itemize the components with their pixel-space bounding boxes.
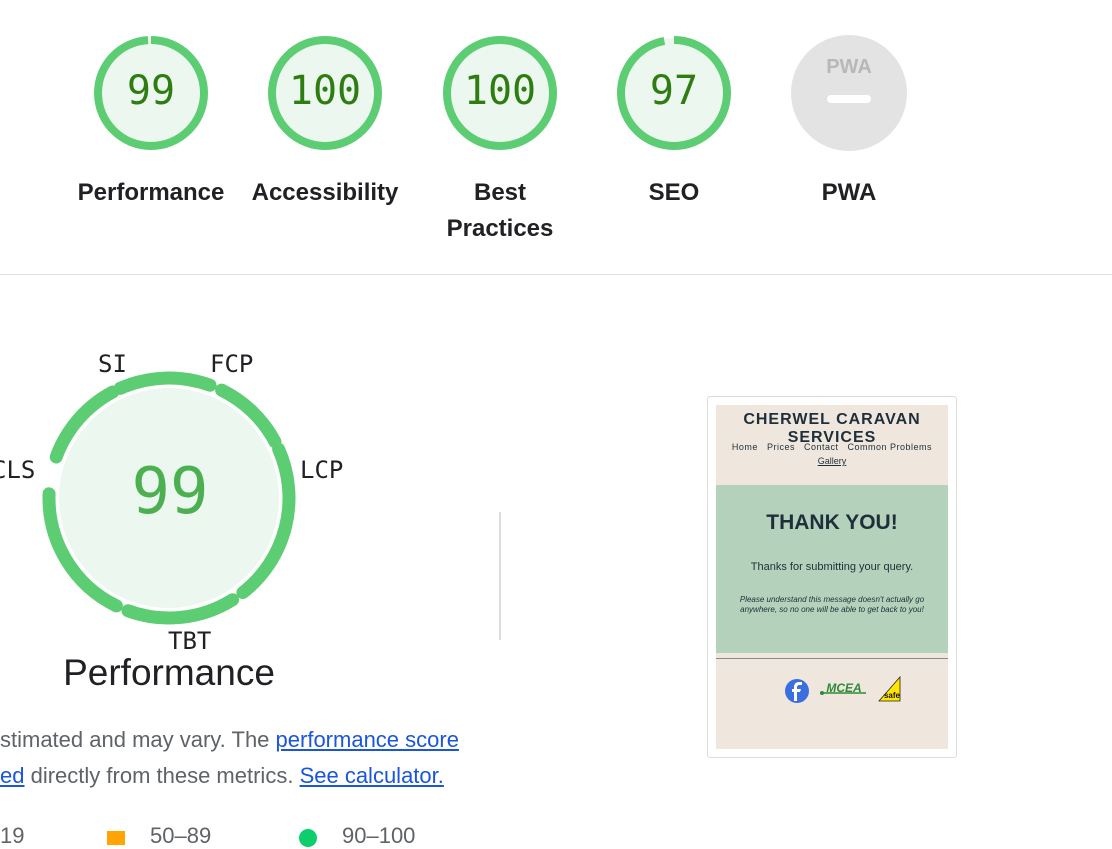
performance-description-line2: ed directly from these metrics. See calc… (0, 763, 444, 789)
performance-score-link[interactable]: performance score (276, 727, 459, 752)
gauge-score: 99 (126, 68, 176, 114)
gauge-pwa[interactable]: PWA PWA (764, 33, 934, 211)
gauge-performance[interactable]: 99 Performance (66, 33, 236, 211)
mcea-logo-icon: MCEA (820, 681, 866, 695)
gauge-score: 100 (288, 68, 362, 114)
gauge-seo[interactable]: 97 SEO (589, 33, 759, 211)
screenshot-page: CHERWEL CARAVAN SERVICES Home Prices Con… (716, 405, 948, 749)
gauge-score: 97 (649, 68, 699, 114)
mcea-logo-text: MCEA (826, 681, 861, 695)
fcp-arc (113, 371, 217, 395)
site-message: Thanks for submitting your query. (750, 561, 914, 573)
site-nav-item: Common Problems (847, 442, 933, 452)
gas-safe-logo-text: safe (884, 691, 901, 700)
metric-label-cls: CLS (0, 456, 36, 484)
legend-poor-label: 19 (0, 823, 25, 848)
gauge-accessibility[interactable]: 100 Accessibility (240, 33, 410, 211)
site-nav-item: Home (731, 442, 758, 452)
weighted-link[interactable]: ed (0, 763, 24, 788)
pwa-badge-icon: PWA (791, 35, 907, 151)
metric-label-lcp: LCP (300, 456, 344, 484)
gauge-label: Performance (77, 179, 225, 206)
vertical-separator (499, 512, 501, 640)
site-nav-item: Contact (803, 442, 839, 452)
gas-safe-logo-icon: safe (878, 675, 901, 702)
performance-score: 99 (131, 455, 209, 529)
performance-title: Performance (63, 652, 275, 693)
site-main: THANK YOU! Thanks for submitting your qu… (716, 485, 948, 653)
category-gauges: 99 Performance 100 Accessibility 100 Bes… (0, 0, 1112, 274)
site-footer: MCEA safe (716, 673, 948, 709)
legend-average-icon (107, 831, 125, 845)
legend-good-label: 90–100 (342, 823, 416, 848)
site-nav-item: Prices (766, 442, 795, 452)
section-divider (0, 274, 1112, 275)
desc-text: stimated and may vary. The (0, 727, 276, 752)
desc-text: directly from these metrics. (24, 763, 300, 788)
site-nav-item-gallery: Gallery (817, 456, 847, 466)
gauge-label: Best Practices (446, 179, 554, 242)
see-calculator-link[interactable]: See calculator. (300, 763, 444, 788)
gauge-label: Accessibility (251, 179, 399, 206)
metric-label-fcp: FCP (210, 350, 254, 378)
metric-label-si: SI (98, 350, 127, 378)
facebook-icon (785, 679, 809, 703)
gauge-label: SEO (648, 179, 700, 206)
performance-description-line1: stimated and may vary. The performance s… (0, 727, 459, 753)
site-nav: Home Prices Contact Common Problems (716, 442, 948, 452)
gauge-best-practices[interactable]: 100 Best Practices (415, 33, 585, 247)
legend-good-icon (299, 829, 317, 847)
final-screenshot[interactable]: CHERWEL CARAVAN SERVICES Home Prices Con… (707, 396, 957, 758)
pwa-mark: PWA (826, 56, 872, 78)
site-rule (716, 658, 948, 659)
site-note: Please understand this message doesn't a… (739, 595, 925, 614)
gauge-label: PWA (821, 179, 877, 206)
metric-label-tbt: TBT (168, 627, 212, 655)
gauge-score: 100 (463, 68, 537, 114)
legend-average-label: 50–89 (150, 823, 212, 848)
site-heading: THANK YOU! (766, 511, 898, 534)
